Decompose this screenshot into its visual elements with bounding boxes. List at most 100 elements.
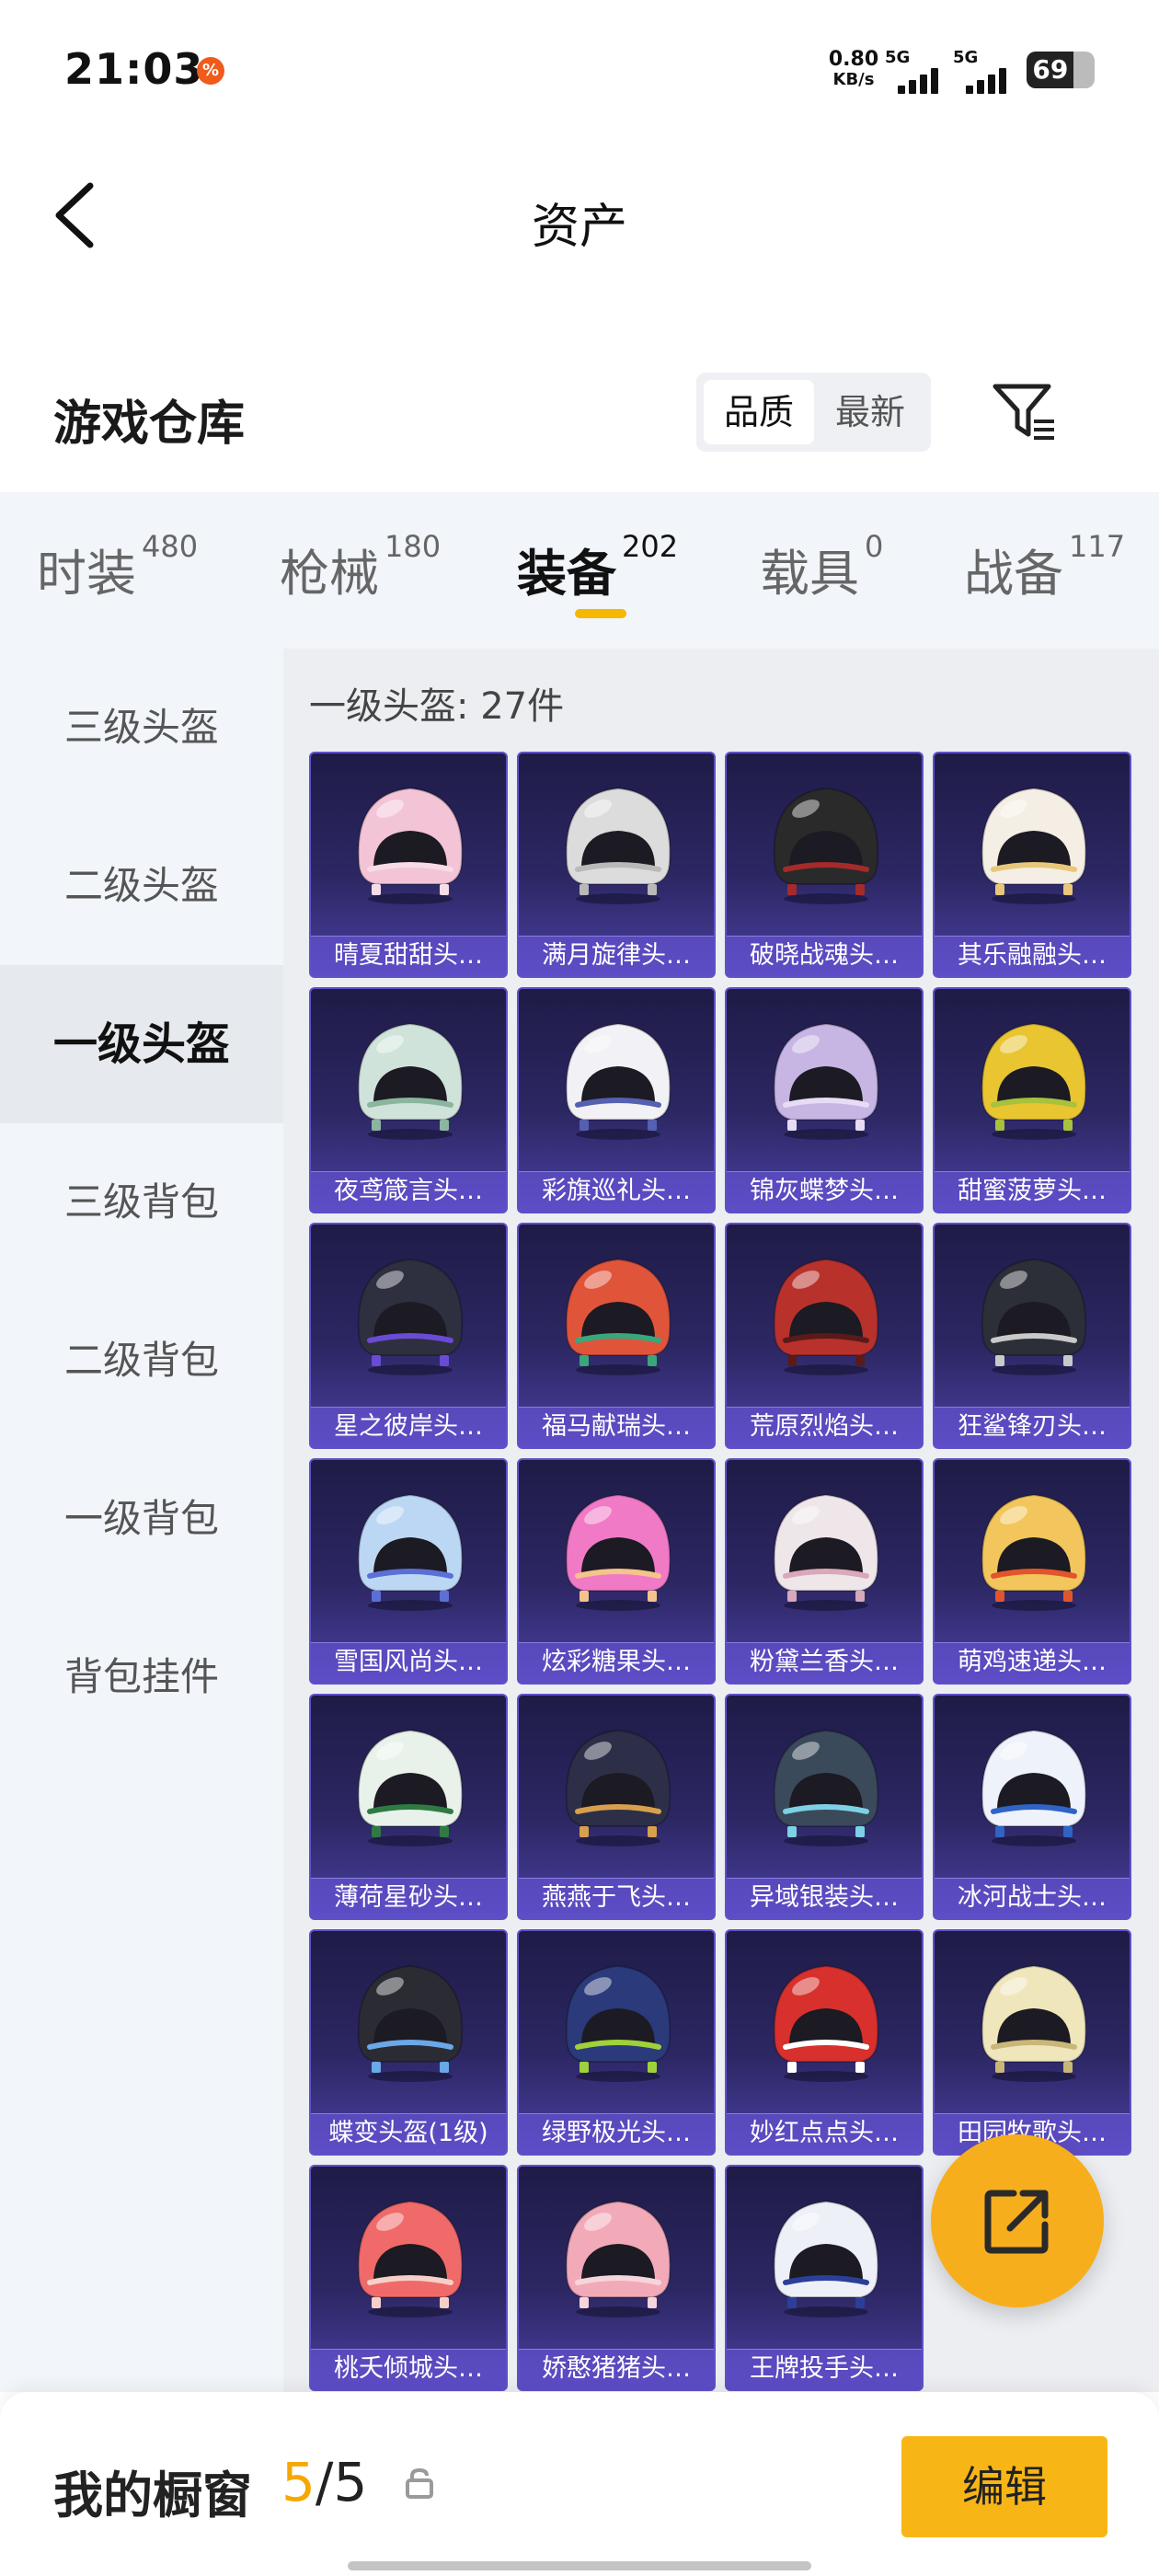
helmet-icon — [773, 1493, 879, 1611]
helmet-icon — [565, 1022, 671, 1140]
helmet-icon — [981, 787, 1087, 904]
item-card[interactable]: 粉黛兰香头… — [725, 1458, 924, 1685]
sidebar-item-level1-helmet[interactable]: 一级头盔 — [0, 965, 283, 1123]
item-card[interactable]: 彩旗巡礼头… — [517, 987, 716, 1213]
item-card[interactable]: 狂鲨锋刃头… — [933, 1223, 1131, 1449]
item-name: 甜蜜菠萝头… — [958, 1177, 1107, 1205]
sidebar-item-level3-backpack[interactable]: 三级背包 — [0, 1123, 283, 1282]
item-card[interactable]: 破晓战魂头… — [725, 752, 924, 978]
item-card[interactable]: 星之彼岸头… — [309, 1223, 508, 1449]
item-name: 冰河战士头… — [958, 1883, 1107, 1912]
page-title: 资产 — [531, 200, 627, 255]
status-time: 21:03 — [64, 44, 204, 94]
helmet-icon — [357, 1964, 464, 2082]
item-name: 炫彩糖果头… — [542, 1648, 691, 1676]
filter-icon[interactable] — [992, 381, 1058, 443]
helmet-icon — [981, 1022, 1087, 1140]
item-card[interactable]: 满月旋律头… — [517, 752, 716, 978]
item-card[interactable]: 甜蜜菠萝头… — [933, 987, 1131, 1213]
helmet-icon — [773, 1022, 879, 1140]
item-card[interactable]: 田园牧歌头… — [933, 1929, 1131, 2156]
helmet-icon — [357, 1729, 464, 1846]
helmet-icon — [357, 1022, 464, 1140]
helmet-icon — [773, 1964, 879, 2082]
item-card[interactable]: 蝶变头盔(1级) — [309, 1929, 508, 2156]
helmet-icon — [565, 787, 671, 904]
sidebar-item-level2-backpack[interactable]: 二级背包 — [0, 1282, 283, 1440]
item-name: 其乐融融头… — [958, 941, 1107, 970]
category-tabs: 时装 480 枪械 180 装备 202 载具 0 战备 117 — [0, 492, 1159, 649]
item-name: 桃夭倾城头… — [334, 2354, 483, 2383]
item-card[interactable]: 炫彩糖果头… — [517, 1458, 716, 1685]
item-card[interactable]: 晴夏甜甜头… — [309, 752, 508, 978]
helmet-icon — [565, 1493, 671, 1611]
helmet-icon — [357, 1258, 464, 1375]
item-card[interactable]: 王牌投手头… — [725, 2165, 924, 2391]
signal-2-label: 5G — [953, 48, 979, 67]
item-name: 蝶变头盔(1级) — [328, 2119, 488, 2147]
item-name: 绿野极光头… — [542, 2119, 691, 2147]
tab-count: 0 — [865, 529, 884, 564]
item-card[interactable]: 萌鸡速递头… — [933, 1458, 1131, 1685]
item-name: 王牌投手头… — [750, 2354, 899, 2383]
showcase-separator: / — [315, 2451, 334, 2513]
tab-weapons[interactable]: 枪械 180 — [280, 529, 441, 605]
item-name: 荒原烈焰头… — [750, 1412, 899, 1441]
item-name: 彩旗巡礼头… — [542, 1177, 691, 1205]
item-name: 锦灰蝶梦头… — [750, 1177, 899, 1205]
sidebar-item-level2-helmet[interactable]: 二级头盔 — [0, 807, 283, 965]
item-card[interactable]: 燕燕于飞头… — [517, 1694, 716, 1920]
item-name: 福马献瑞头… — [542, 1412, 691, 1441]
item-card[interactable]: 夜鸢箴言头… — [309, 987, 508, 1213]
item-card[interactable]: 福马献瑞头… — [517, 1223, 716, 1449]
item-card[interactable]: 其乐融融头… — [933, 752, 1131, 978]
sort-option-quality[interactable]: 品质 — [704, 380, 814, 444]
tab-vehicles[interactable]: 载具 0 — [760, 529, 883, 605]
item-name: 破晓战魂头… — [750, 941, 899, 970]
helmet-icon — [565, 1258, 671, 1375]
battery-level: 69 — [1032, 54, 1069, 85]
item-card[interactable]: 妙红点点头… — [725, 1929, 924, 2156]
tab-label: 时装 — [37, 545, 136, 603]
lock-icon — [405, 2467, 434, 2499]
helmet-icon — [981, 1729, 1087, 1846]
tab-count: 480 — [142, 529, 199, 564]
sidebar-item-level1-backpack[interactable]: 一级背包 — [0, 1440, 283, 1598]
tab-count: 117 — [1069, 529, 1126, 564]
item-name: 异域银装头… — [750, 1883, 899, 1912]
item-name: 娇憨猪猪头… — [542, 2354, 691, 2383]
sidebar: 三级头盔 二级头盔 一级头盔 三级背包 二级背包 一级背包 背包挂件 — [0, 649, 283, 2392]
helmet-icon — [357, 1493, 464, 1611]
item-card[interactable]: 荒原烈焰头… — [725, 1223, 924, 1449]
edit-button[interactable]: 编辑 — [901, 2436, 1107, 2537]
share-button[interactable] — [931, 2134, 1104, 2307]
item-card[interactable]: 雪国风尚头… — [309, 1458, 508, 1685]
item-name: 萌鸡速递头… — [958, 1648, 1107, 1676]
item-name: 雪国风尚头… — [334, 1648, 483, 1676]
sidebar-item-backpack-charm[interactable]: 背包挂件 — [0, 1598, 283, 1756]
tab-fashion[interactable]: 时装 480 — [37, 529, 198, 605]
sort-option-latest[interactable]: 最新 — [816, 380, 924, 444]
tab-equipment[interactable]: 装备 202 — [517, 529, 678, 605]
item-panel: 一级头盔: 27件 晴夏甜甜头… 满月旋律头… 破晓战魂头… 其乐融融头… 夜鸢箴言头…… — [283, 649, 1159, 2392]
status-bar: 21:03 % 0.80 KB/s 5G 5G 69 — [0, 0, 1159, 138]
item-card[interactable]: 冰河战士头… — [933, 1694, 1131, 1920]
network-speed-unit: KB/s — [832, 70, 875, 89]
showcase-label: 我的橱窗 — [53, 2467, 252, 2524]
item-card[interactable]: 桃夭倾城头… — [309, 2165, 508, 2391]
item-card[interactable]: 薄荷星砂头… — [309, 1694, 508, 1920]
sidebar-item-level3-helmet[interactable]: 三级头盔 — [0, 649, 283, 807]
network-speed: 0.80 KB/s — [817, 50, 890, 90]
showcase-total: 5 — [333, 2451, 368, 2513]
item-card[interactable]: 异域银装头… — [725, 1694, 924, 1920]
notification-badge-icon: % — [197, 57, 224, 85]
item-card[interactable]: 绿野极光头… — [517, 1929, 716, 2156]
helmet-icon — [773, 2200, 879, 2317]
helmet-icon — [357, 787, 464, 904]
tab-supplies[interactable]: 战备 117 — [964, 529, 1125, 605]
bottom-bar: 我的橱窗 5/5 编辑 — [0, 2392, 1159, 2576]
item-card[interactable]: 锦灰蝶梦头… — [725, 987, 924, 1213]
item-card[interactable]: 娇憨猪猪头… — [517, 2165, 716, 2391]
helmet-icon — [773, 1729, 879, 1846]
tab-count: 180 — [384, 529, 442, 564]
